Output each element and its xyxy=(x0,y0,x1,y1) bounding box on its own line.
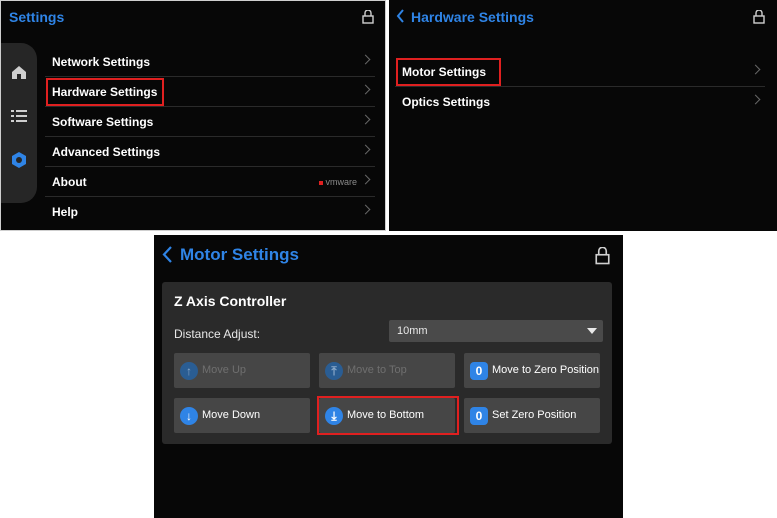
page-title: Motor Settings xyxy=(180,245,299,264)
chevron-right-icon xyxy=(750,94,761,105)
menu-item-help[interactable]: Help xyxy=(45,197,375,227)
menu-item-label: Help xyxy=(52,205,79,219)
chevron-right-icon xyxy=(360,144,371,155)
arrow-up-icon: ↑ xyxy=(180,362,198,380)
highlight-box xyxy=(317,396,459,435)
arrow-to-top-icon: ⤒ xyxy=(325,362,343,380)
back-chevron-icon[interactable] xyxy=(396,9,405,23)
menu-item-software[interactable]: Software Settings xyxy=(45,107,375,137)
chevron-right-icon xyxy=(360,174,371,185)
menu-item-optics[interactable]: Optics Settings xyxy=(395,87,765,117)
distance-adjust-label: Distance Adjust: xyxy=(174,327,261,341)
button-label: Move Up xyxy=(202,364,247,376)
button-label: Move Down xyxy=(202,409,261,421)
z-axis-controller-card: Z Axis Controller Distance Adjust: 10mm … xyxy=(162,282,612,444)
back-chevron-icon[interactable] xyxy=(162,246,173,263)
motor-settings-panel: Motor Settings Z Axis Controller Distanc… xyxy=(154,235,623,518)
set-zero-icon: 0 xyxy=(470,407,488,425)
chevron-right-icon xyxy=(360,84,371,95)
list-icon[interactable] xyxy=(10,107,28,125)
vmware-logo: vmware xyxy=(319,177,357,187)
button-label: Set Zero Position xyxy=(492,409,577,421)
gear-icon[interactable] xyxy=(10,151,28,169)
menu-item-label: About xyxy=(52,175,87,189)
zero-icon: 0 xyxy=(470,362,488,380)
button-label: Move to Top xyxy=(347,364,407,376)
move-down-button[interactable]: ↓ Move Down xyxy=(174,398,310,433)
side-nav-rail xyxy=(1,43,37,203)
page-title: Settings xyxy=(9,9,65,25)
menu-item-label: Optics Settings xyxy=(402,95,491,109)
menu-item-label: Advanced Settings xyxy=(52,145,161,159)
settings-panel: Settings Network Settings Hardware Setti… xyxy=(0,0,386,231)
menu-item-label: Network Settings xyxy=(52,55,151,69)
chevron-right-icon xyxy=(750,64,761,75)
page-title: Hardware Settings xyxy=(411,9,534,25)
hardware-settings-panel: Hardware Settings Motor Settings Optics … xyxy=(389,0,777,231)
move-to-zero-button[interactable]: 0 Move to Zero Position xyxy=(464,353,600,388)
button-label: Move to Zero Position xyxy=(492,364,599,376)
set-zero-button[interactable]: 0 Set Zero Position xyxy=(464,398,600,433)
distance-select-value: 10mm xyxy=(397,325,428,337)
move-up-button[interactable]: ↑ Move Up xyxy=(174,353,310,388)
menu-item-label: Software Settings xyxy=(52,115,154,129)
highlight-box xyxy=(46,78,164,106)
menu-item-network[interactable]: Network Settings xyxy=(45,47,375,77)
menu-item-about[interactable]: About vmware xyxy=(45,167,375,197)
lock-icon[interactable] xyxy=(753,10,765,24)
chevron-right-icon xyxy=(360,204,371,215)
arrow-down-icon: ↓ xyxy=(180,407,198,425)
card-title: Z Axis Controller xyxy=(174,293,287,309)
move-to-top-button[interactable]: ⤒ Move to Top xyxy=(319,353,455,388)
lock-icon[interactable] xyxy=(595,247,610,265)
highlight-box xyxy=(396,58,501,86)
distance-select[interactable]: 10mm xyxy=(389,320,603,342)
menu-item-advanced[interactable]: Advanced Settings xyxy=(45,137,375,167)
chevron-right-icon xyxy=(360,54,371,65)
lock-icon[interactable] xyxy=(362,10,374,24)
chevron-right-icon xyxy=(360,114,371,125)
home-icon[interactable] xyxy=(10,63,28,81)
chevron-down-icon xyxy=(587,328,597,334)
